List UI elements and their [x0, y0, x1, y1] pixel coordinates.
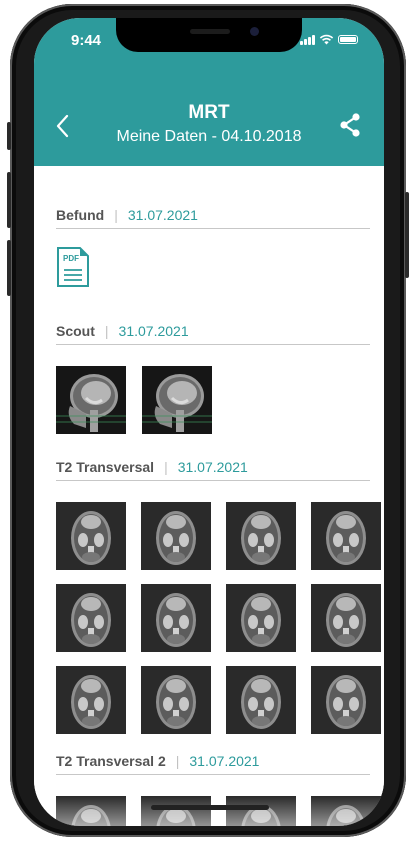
status-icons	[300, 34, 358, 45]
axial-mri-thumbnail[interactable]	[311, 502, 381, 570]
axial-mri-thumbnail[interactable]	[141, 584, 211, 652]
pdf-label: PDF	[63, 254, 79, 263]
section-t2-transversal-2: T2 Transversal 2 | 31.07.2021	[56, 748, 370, 775]
bottom-fade	[34, 796, 384, 826]
battery-icon	[338, 35, 358, 44]
section-header: Scout | 31.07.2021	[56, 318, 370, 345]
axial-mri-thumbnail[interactable]	[141, 502, 211, 570]
home-indicator[interactable]	[151, 805, 269, 810]
volume-up-button	[7, 172, 11, 228]
section-date: 31.07.2021	[177, 459, 248, 475]
app-header: 9:44 MRT Meine Daten - 04.10.2018	[34, 18, 384, 166]
section-header: Befund | 31.07.2021	[56, 202, 370, 229]
separator: |	[164, 459, 168, 475]
page-title: MRT	[188, 102, 230, 123]
share-button[interactable]	[338, 112, 362, 138]
power-button	[405, 192, 409, 278]
section-scout: Scout | 31.07.2021	[56, 318, 370, 345]
separator: |	[114, 207, 118, 223]
status-time: 9:44	[71, 32, 102, 49]
volume-down-button	[7, 240, 11, 296]
share-icon	[340, 113, 360, 137]
axial-mri-thumbnail[interactable]	[226, 666, 296, 734]
app-screen: 9:44 MRT Meine Daten - 04.10.2018 Befund…	[34, 18, 384, 826]
axial-mri-thumbnail[interactable]	[141, 666, 211, 734]
axial-mri-thumbnail[interactable]	[311, 584, 381, 652]
content-area[interactable]: Befund | 31.07.2021 PDF Scout | 31.07.20…	[34, 166, 384, 826]
speaker-grille	[190, 29, 230, 34]
pdf-file-icon	[57, 247, 89, 287]
axial-mri-thumbnail[interactable]	[226, 502, 296, 570]
axial-mri-thumbnail[interactable]	[56, 502, 126, 570]
pdf-file-button[interactable]: PDF	[56, 246, 90, 288]
section-header: T2 Transversal | 31.07.2021	[56, 454, 370, 481]
section-befund: Befund | 31.07.2021	[56, 202, 370, 229]
device-notch	[116, 18, 302, 52]
separator: |	[104, 323, 109, 339]
section-date: 31.07.2021	[127, 207, 198, 223]
front-camera	[250, 27, 259, 36]
axial-mri-thumbnail[interactable]	[226, 584, 296, 652]
sagittal-mri-thumbnail[interactable]	[56, 366, 126, 434]
separator: |	[175, 753, 180, 769]
section-date: 31.07.2021	[118, 323, 189, 339]
mute-switch	[7, 122, 11, 150]
section-t2-transversal: T2 Transversal | 31.07.2021	[56, 454, 370, 481]
section-header: T2 Transversal 2 | 31.07.2021	[56, 748, 370, 775]
axial-mri-thumbnail[interactable]	[311, 666, 381, 734]
section-title: T2 Transversal	[56, 459, 155, 475]
signal-icon	[300, 34, 315, 45]
section-title: Befund	[56, 207, 105, 223]
section-title: T2 Transversal 2	[56, 753, 166, 769]
wifi-icon	[319, 34, 334, 45]
section-date: 31.07.2021	[189, 753, 260, 769]
page-subtitle: Meine Daten - 04.10.2018	[116, 128, 302, 145]
axial-mri-thumbnail[interactable]	[56, 666, 126, 734]
axial-mri-thumbnail[interactable]	[56, 584, 126, 652]
section-title: Scout	[56, 323, 95, 339]
sagittal-mri-thumbnail[interactable]	[142, 366, 212, 434]
